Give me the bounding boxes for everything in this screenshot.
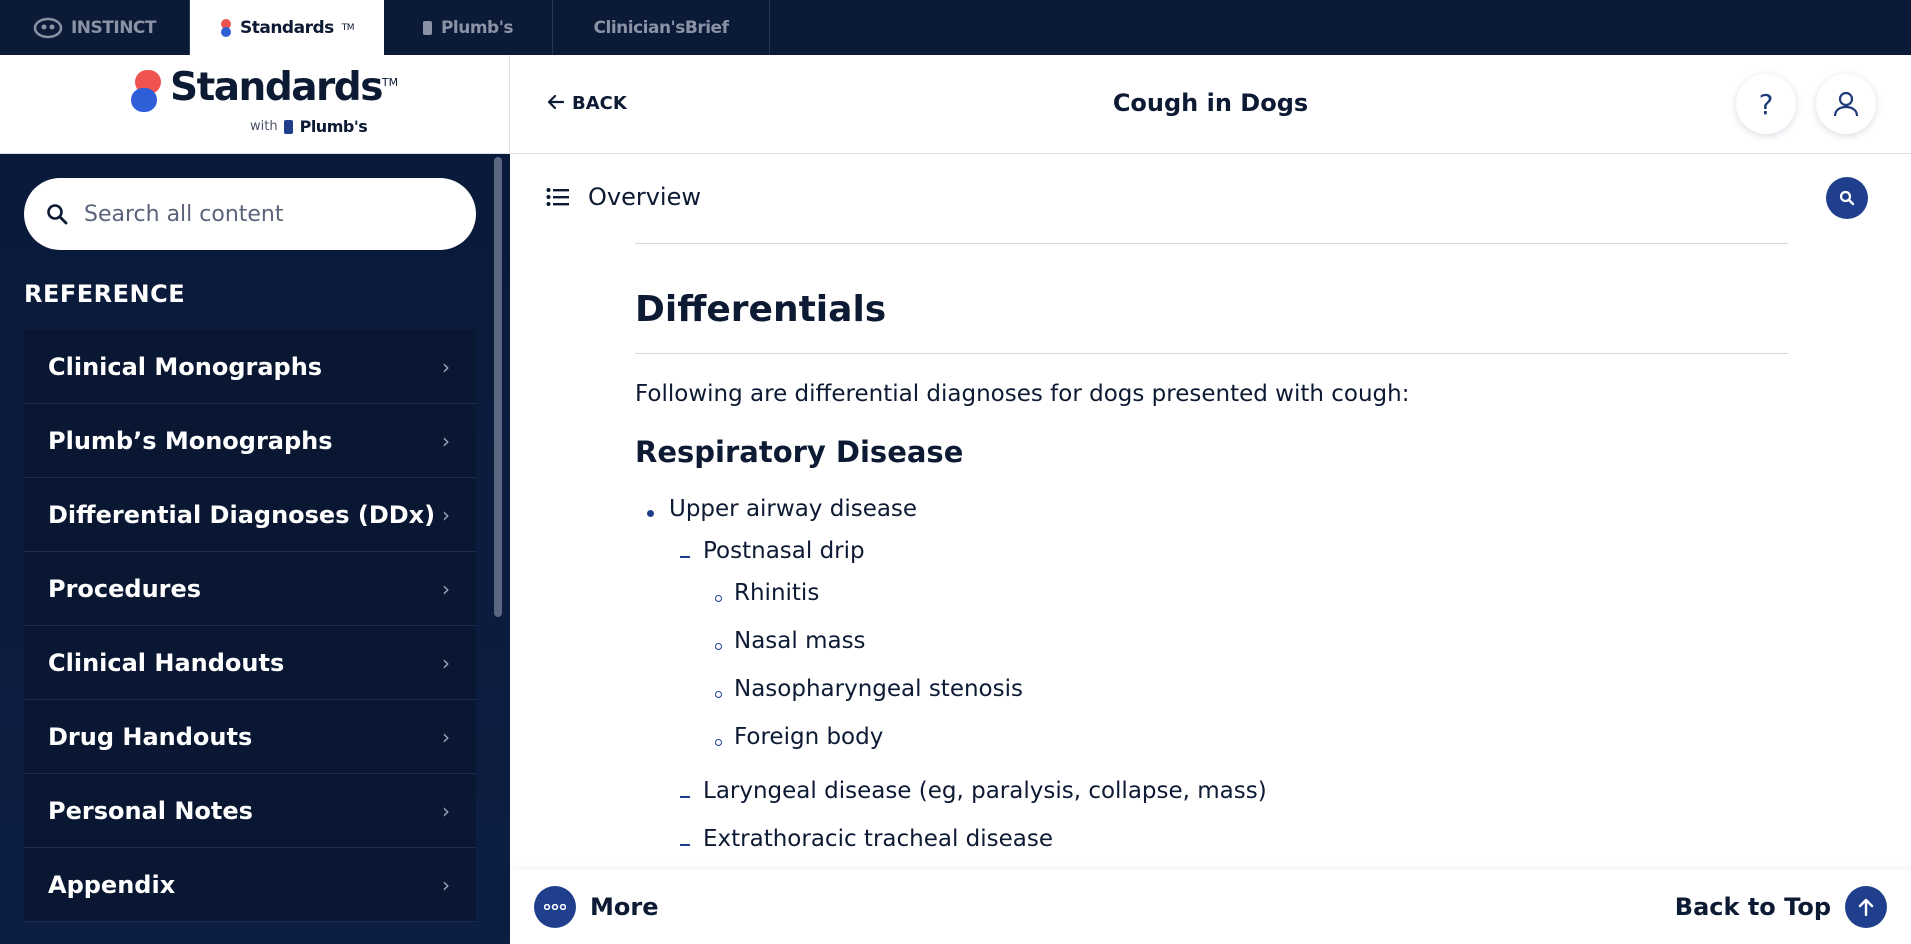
bullet-ring [715,691,722,698]
bullet-dot [647,510,654,517]
user-icon [1833,91,1859,117]
search-icon [47,204,68,225]
reference-nav: Clinical Monographs › Plumb’s Monographs… [24,330,476,922]
logo-wordmark-text: Standards [170,65,383,110]
plumbs-mark-icon [283,119,293,134]
bullet-dash [680,844,690,846]
sidebar-item-label: Personal Notes [48,796,253,825]
sidebar-item-procedures[interactable]: Procedures › [24,552,476,626]
plumbs-logo-icon [422,20,432,35]
list-item: Nasopharyngeal stenosis [734,676,1023,702]
chevron-right-icon: › [442,798,450,823]
find-in-page-button[interactable] [1826,177,1868,219]
back-button[interactable]: BACK [547,93,627,114]
standards-logo-icon [220,18,231,37]
more-label: More [590,893,659,921]
list-item: Extrathoracic tracheal disease [703,826,1054,852]
trademark-mark: TM [341,22,355,33]
sidebar-item-label: Appendix [48,870,176,899]
heading-divider [635,353,1788,354]
logo-partner: with Plumb's [250,117,368,136]
arrow-left-icon [547,93,565,114]
sidebar-item-personal-notes[interactable]: Personal Notes › [24,774,476,848]
sidebar-item-plumbs-monographs[interactable]: Plumb’s Monographs › [24,404,476,478]
question-icon: ? [1758,87,1774,121]
list-item: Laryngeal disease (eg, paralysis, collap… [703,778,1267,804]
list-item: Rhinitis [734,580,820,606]
article-content: Differentials Following are differential… [510,243,1911,870]
sidebar-item-drug-handouts[interactable]: Drug Handouts › [24,700,476,774]
logo-partner-name: Plumb's [299,117,368,136]
chevron-right-icon: › [442,872,450,897]
chevron-right-icon: › [442,576,450,601]
sidebar-item-label: Clinical Monographs [48,352,323,381]
logo-with-label: with [250,119,278,134]
help-button[interactable]: ? [1736,74,1796,134]
instinct-logo-icon [33,17,63,38]
tab-instinct-label: INSTINCT [70,17,157,38]
bullet-dash [680,796,690,798]
bottom-bar: More Back to Top [510,870,1911,944]
list-item: Postnasal drip [703,538,865,564]
logo-panel: StandardsTM with Plumb's [0,55,510,154]
sidebar-item-differential-diagnoses[interactable]: Differential Diagnoses (DDx) › [24,478,476,552]
bullet-ring [715,739,722,746]
section-heading: Differentials [635,289,887,330]
back-to-top-label: Back to Top [1674,893,1831,921]
account-button[interactable] [1816,74,1876,134]
list-item: Upper airway disease [669,496,918,522]
sidebar-search[interactable] [24,178,476,250]
sidebar-item-label: Procedures [48,574,202,603]
more-button[interactable]: More [534,886,658,928]
standards-logo-mark-icon[interactable] [131,70,163,114]
bullet-ring [715,595,722,602]
back-label: BACK [572,93,627,114]
sidebar-item-label: Clinical Handouts [48,648,285,677]
bullet-ring [715,643,722,650]
sidebar-item-label: Drug Handouts [48,722,253,751]
overview-toggle[interactable]: Overview [546,183,701,211]
product-switcher: INSTINCT Standards TM Plumb's Clinician's… [0,0,1911,55]
intro-paragraph: Following are differential diagnoses for… [635,381,1410,407]
logo-wordmark: StandardsTM [170,65,398,110]
tab-clinicians-brief[interactable]: Clinician'sBrief [553,0,770,55]
search-input[interactable] [84,201,424,227]
sidebar-item-clinical-monographs[interactable]: Clinical Monographs › [24,330,476,404]
chevron-right-icon: › [442,650,450,675]
chevron-right-icon: › [442,428,450,453]
tab-plumbs-label: Plumb's [440,17,514,38]
logo-trademark: TM [381,76,399,89]
tab-standards-label: Standards [239,17,334,38]
list-item: Foreign body [734,724,884,750]
list-item: Nasal mass [734,628,866,654]
sidebar-item-label: Differential Diagnoses (DDx) [48,500,436,529]
subsection-heading: Respiratory Disease [635,435,964,469]
page-title: Cough in Dogs [1112,89,1309,117]
chevron-right-icon: › [442,354,450,379]
sidebar-item-label: Plumb’s Monographs [48,426,333,455]
back-to-top-button[interactable]: Back to Top [1675,886,1887,928]
search-icon [1839,190,1855,206]
tab-standards[interactable]: Standards TM [190,0,384,55]
sidebar-item-appendix[interactable]: Appendix › [24,848,476,922]
overview-label: Overview [588,183,701,211]
reference-heading: REFERENCE [24,280,186,308]
page-header: BACK Cough in Dogs ? [510,55,1911,154]
chevron-right-icon: › [442,724,450,749]
sidebar-scrollbar[interactable] [494,157,502,617]
more-dots-icon [534,886,576,928]
chevron-right-icon: › [442,502,450,527]
bullet-dash [680,556,690,558]
tab-clinicians-brief-label: Clinician'sBrief [593,17,729,38]
sidebar: REFERENCE Clinical Monographs › Plumb’s … [0,154,510,944]
arrow-up-icon [1845,886,1887,928]
overview-bar: Overview [510,155,1911,243]
tab-instinct[interactable]: INSTINCT [0,0,190,55]
sidebar-item-clinical-handouts[interactable]: Clinical Handouts › [24,626,476,700]
section-divider [635,243,1788,244]
list-icon [546,188,569,206]
tab-plumbs[interactable]: Plumb's [384,0,553,55]
